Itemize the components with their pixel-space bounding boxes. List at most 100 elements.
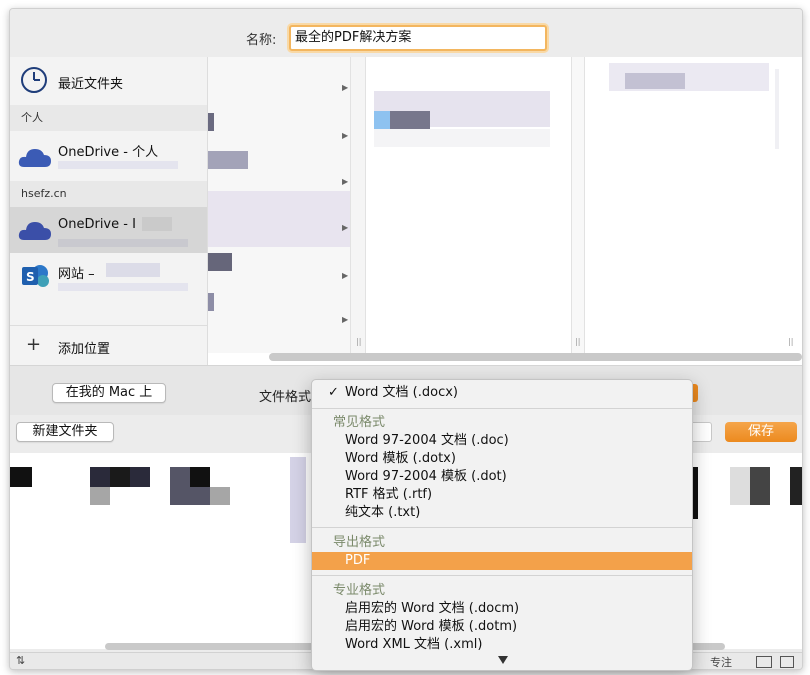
sidebar-item-site[interactable]: S 网站 – [10,253,207,301]
sidebar-item-label: OneDrive - I [58,217,136,232]
menu-item-label: 启用宏的 Word 模板 (.dotm) [345,619,518,634]
file-browser: 最近文件夹 个人 OneDrive - 个人 hsefz.cn OneDrive… [10,57,802,365]
menu-group-label: 常见格式 [333,415,386,430]
sidebar-item-onedrive-personal[interactable]: OneDrive - 个人 [10,131,207,181]
sidebar-item-label: 网站 – [58,267,95,282]
browser-column-1[interactable]: ▶ ▶ ▶ ▶ ▶ ▶ [208,57,351,353]
menu-separator [312,575,692,576]
sidebar-item-label: 最近文件夹 [58,77,124,92]
redacted-block [208,253,232,271]
checkmark-icon: ✓ [328,385,339,400]
redacted-block [374,111,390,129]
redacted-name [106,263,160,277]
menu-item-rtf[interactable]: RTF 格式 (.rtf) [312,486,692,504]
redacted-block [790,467,802,505]
svg-text:S: S [26,270,35,284]
menu-item-label: PDF [345,553,371,568]
redacted-account [58,239,188,247]
sidebar-section-personal: 个人 [10,105,207,131]
scroll-down-icon[interactable] [498,656,508,664]
web-layout-icon[interactable] [780,656,794,668]
plus-icon: + [26,334,42,355]
redacted-block [208,113,214,131]
chevron-right-icon: ▶ [342,271,349,280]
menu-group-export: 导出格式 [312,534,692,552]
redacted-block [625,73,685,89]
menu-item-label: Word 97-2004 模板 (.dot) [345,469,507,484]
menu-group-label: 导出格式 [333,535,386,550]
cloud-icon [18,222,51,240]
menu-item-label: Word 文档 (.docx) [345,385,459,400]
redacted-block [210,487,230,505]
redacted-account [58,283,188,291]
clock-icon [21,67,47,93]
redacted-block [190,467,210,487]
selected-row [208,191,350,247]
tags-field[interactable] [690,422,712,442]
add-location-button[interactable]: + 添加位置 [10,325,207,366]
save-button[interactable]: 保存 [725,422,797,442]
column-resize-handle[interactable]: || [356,337,361,346]
menu-item-dotm[interactable]: 启用宏的 Word 模板 (.dotm) [312,618,692,636]
chevron-right-icon: ▶ [342,131,349,140]
redacted-block [208,293,214,311]
file-name-input[interactable]: 最全的PDF解决方案 [289,25,547,51]
name-row: 名称: 最全的PDF解决方案 [10,9,802,59]
new-folder-button[interactable]: 新建文件夹 [16,422,114,442]
sharepoint-icon: S [22,265,49,287]
menu-item-pdf[interactable]: PDF [312,552,692,570]
menu-item-label: Word XML 文档 (.xml) [345,637,483,652]
column-resize-handle[interactable]: || [575,337,580,346]
redacted-block [390,111,430,129]
chevron-right-icon: ▶ [342,83,349,92]
chevron-right-icon: ▶ [342,315,349,324]
redacted-account [58,161,178,169]
menu-item-label: 启用宏的 Word 文档 (.docm) [345,601,520,616]
menu-item-docm[interactable]: 启用宏的 Word 文档 (.docm) [312,600,692,618]
on-my-mac-button[interactable]: 在我的 Mac 上 [52,383,166,403]
chevron-right-icon: ▶ [342,177,349,186]
browser-column-2[interactable] [366,57,572,353]
cloud-icon [18,149,51,167]
redacted-block [90,487,110,505]
sidebar-section-org: hsefz.cn [10,181,207,207]
menu-item-dotx[interactable]: Word 模板 (.dotx) [312,450,692,468]
browser-column-3[interactable] [585,57,802,353]
menu-separator [312,408,692,409]
menu-item-txt[interactable]: 纯文本 (.txt) [312,504,692,522]
menu-item-docx[interactable]: ✓ Word 文档 (.docx) [312,384,692,402]
column-resize-handle[interactable]: || [788,337,793,346]
menu-group-common: 常见格式 [312,414,692,432]
name-label: 名称: [246,33,277,48]
menu-separator [312,527,692,528]
browser-column-spacer [572,57,585,353]
browser-column-spacer [351,57,366,353]
focus-label[interactable]: 专注 [710,654,732,669]
redacted-block [10,467,32,487]
chevron-right-icon: ▶ [342,223,349,232]
menu-group-special: 专业格式 [312,582,692,600]
menu-item-label: 纯文本 (.txt) [345,505,421,520]
redacted-block [110,467,130,487]
print-layout-icon[interactable] [756,656,772,668]
sidebar-item-recent[interactable]: 最近文件夹 [10,57,207,105]
menu-group-label: 专业格式 [333,583,386,598]
status-icon: ⇅ [16,654,26,667]
menu-item-label: Word 模板 (.dotx) [345,451,456,466]
add-location-label: 添加位置 [58,342,111,357]
file-format-menu[interactable]: ✓ Word 文档 (.docx) 常见格式 Word 97-2004 文档 (… [311,379,693,671]
redacted-block [750,467,770,505]
redacted-block [208,151,248,169]
redacted-block [374,129,550,147]
sidebar-item-onedrive-org[interactable]: OneDrive - I [10,207,207,253]
menu-item-xml[interactable]: Word XML 文档 (.xml) [312,636,692,654]
file-format-label: 文件格式 [259,390,312,405]
sidebar: 最近文件夹 个人 OneDrive - 个人 hsefz.cn OneDrive… [10,57,208,365]
redacted-block [290,457,306,543]
redacted-block [775,69,779,149]
sidebar-item-label: OneDrive - 个人 [58,145,159,160]
horizontal-scrollbar[interactable] [269,353,802,361]
menu-item-dot[interactable]: Word 97-2004 模板 (.dot) [312,468,692,486]
redacted-name [142,217,172,231]
menu-item-doc[interactable]: Word 97-2004 文档 (.doc) [312,432,692,450]
